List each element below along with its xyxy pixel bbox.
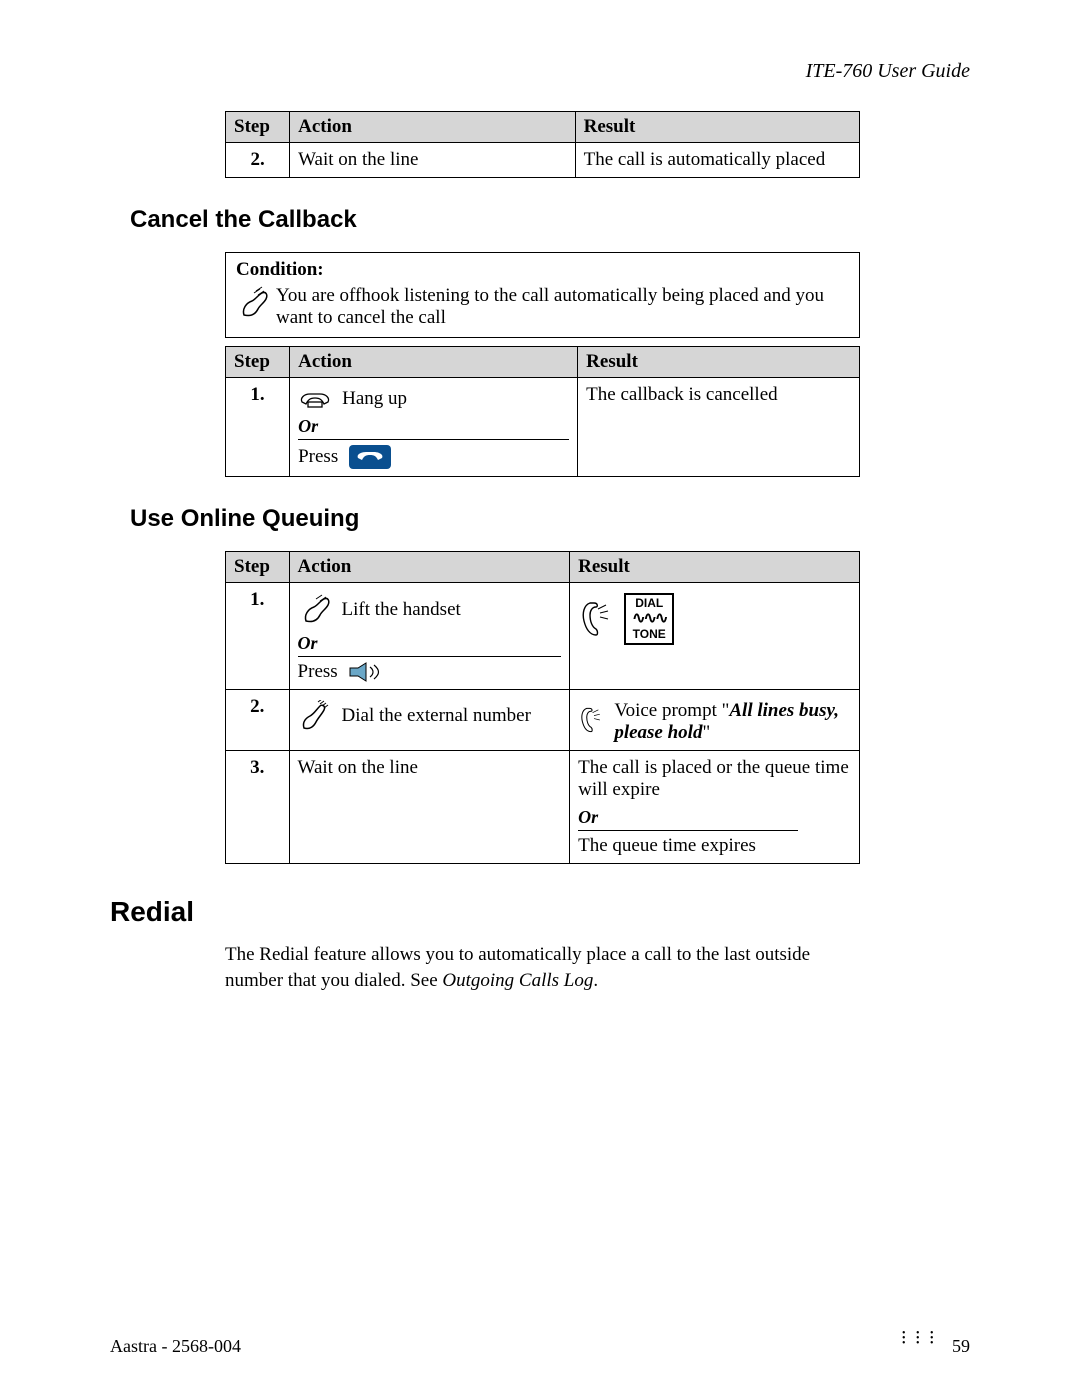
cell-result: The callback is cancelled — [578, 378, 860, 477]
dial-tone-badge: DIAL ∿∿∿ TONE — [624, 593, 674, 645]
dial-label: Dial the external number — [342, 705, 531, 727]
condition-box: Condition: You are offhook listening to … — [225, 252, 860, 338]
cell-step: 1. — [226, 378, 290, 477]
vp-pre: Voice prompt " — [614, 700, 729, 721]
speaker-button-icon — [348, 662, 384, 682]
footer-left: Aastra - 2568-004 — [110, 1336, 241, 1357]
press-label: Press — [298, 446, 338, 468]
or-divider: Or — [298, 633, 562, 657]
cell-action: Dial the external number — [289, 690, 570, 751]
table-row: 2. Dial the external number — [226, 690, 860, 751]
table-queue: Step Action Result 1. Lift the handset O… — [225, 551, 860, 864]
cell-action: Hang up Or Press — [290, 378, 578, 477]
th-step: Step — [226, 112, 290, 143]
ear-handset-icon — [578, 599, 614, 639]
cell-result: DIAL ∿∿∿ TONE — [570, 583, 860, 690]
hand-holding-icon — [236, 285, 276, 323]
condition-label: Condition: — [236, 259, 849, 281]
or-divider: Or — [578, 807, 798, 831]
result-line2: The queue time expires — [578, 835, 851, 857]
body-em: Outgoing Calls Log — [442, 970, 593, 991]
table-row: 3. Wait on the line The call is placed o… — [226, 751, 860, 864]
cell-result: Voice prompt "All lines busy, please hol… — [570, 690, 860, 751]
lift-handset-icon — [298, 593, 332, 627]
hangup-label: Hang up — [342, 388, 407, 410]
th-action: Action — [290, 112, 575, 143]
lift-label: Lift the handset — [342, 599, 461, 621]
condition-text: You are offhook listening to the call au… — [276, 285, 849, 329]
handset-cradle-icon — [298, 388, 332, 410]
cell-action: Lift the handset Or Press — [289, 583, 570, 690]
voice-prompt-text: Voice prompt "All lines busy, please hol… — [614, 700, 851, 744]
redial-body: The Redial feature allows you to automat… — [225, 942, 860, 993]
release-button-icon — [348, 444, 392, 470]
heading-redial: Redial — [110, 896, 970, 928]
table-callback-cont: Step Action Result 2. Wait on the line T… — [225, 111, 860, 178]
ear-handset-icon — [578, 700, 604, 740]
table-row: 1. Hang up Or Press — [226, 378, 860, 477]
body-post: . — [593, 970, 598, 991]
press-label: Press — [298, 661, 338, 683]
page-number: 59 — [952, 1336, 970, 1356]
table-row: 2. Wait on the line The call is automati… — [226, 143, 860, 178]
cell-result: The call is placed or the queue time wil… — [570, 751, 860, 864]
page-footer: Aastra - 2568-004 • • •• • •• • • 59 — [110, 1336, 970, 1357]
dial-label: DIAL — [635, 596, 663, 610]
cell-step: 3. — [226, 751, 290, 864]
doc-header: ITE-760 User Guide — [110, 60, 970, 83]
th-action: Action — [290, 347, 578, 378]
vp-post: " — [702, 722, 710, 743]
cell-action: Wait on the line — [289, 751, 570, 864]
cell-result: The call is automatically placed — [575, 143, 859, 178]
table-cancel: Step Action Result 1. Hang up Or Press — [225, 346, 860, 477]
cell-step: 2. — [226, 143, 290, 178]
th-result: Result — [578, 347, 860, 378]
heading-cancel-callback: Cancel the Callback — [130, 206, 970, 234]
cell-step: 1. — [226, 583, 290, 690]
table-row: 1. Lift the handset Or Press — [226, 583, 860, 690]
cell-action: Wait on the line — [290, 143, 575, 178]
cell-step: 2. — [226, 690, 290, 751]
th-step: Step — [226, 552, 290, 583]
th-step: Step — [226, 347, 290, 378]
footer-right: • • •• • •• • • 59 — [902, 1336, 970, 1357]
footer-dots-icon: • • •• • •• • • — [902, 1331, 938, 1346]
result-line1: The call is placed or the queue time wil… — [578, 757, 851, 801]
th-action: Action — [289, 552, 570, 583]
or-divider: Or — [298, 416, 569, 440]
th-result: Result — [570, 552, 860, 583]
th-result: Result — [575, 112, 859, 143]
dial-finger-icon — [298, 700, 332, 732]
tone-label: TONE — [633, 627, 666, 641]
heading-online-queuing: Use Online Queuing — [130, 505, 970, 533]
